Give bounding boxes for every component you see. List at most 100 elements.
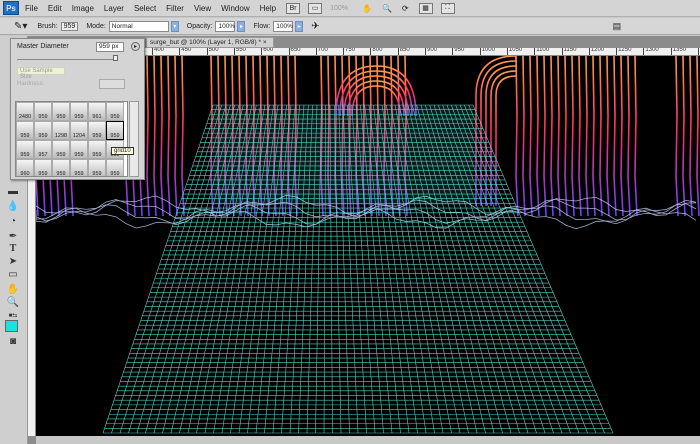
brush-preset[interactable]: 960 (16, 159, 34, 176)
brush-preset[interactable]: 959 (16, 140, 34, 159)
document-title: surge_but @ 100% (Layer 1, RGB/8) * (150, 39, 262, 46)
close-icon[interactable]: × (263, 39, 267, 46)
brush-preset[interactable]: 961 (88, 102, 106, 121)
ruler-label: 1250 (616, 48, 632, 55)
perspective-grid (102, 104, 614, 434)
ruler-label: 750 (343, 48, 356, 55)
blur-tool-icon[interactable]: 💧 (6, 201, 20, 213)
ruler-label: 600 (261, 48, 274, 55)
pen-tool-icon[interactable]: ✒ (6, 231, 20, 243)
menu-bar: Ps File Edit Image Layer Select Filter V… (0, 0, 700, 17)
ruler-label: 1050 (506, 48, 523, 55)
hardness-field[interactable] (99, 79, 125, 89)
menu-select[interactable]: Select (134, 4, 156, 13)
status-bar (36, 436, 700, 444)
brush-preset-panel: Master Diameter 959 px ▸ Use Sample Size… (10, 38, 145, 180)
screen-mode-full-icon[interactable]: ⛶ (440, 2, 455, 14)
ruler-label: 950 (452, 48, 465, 55)
gradient-tool-icon[interactable]: ▬ (6, 186, 20, 198)
zoom-level-select[interactable]: 100% (330, 5, 348, 12)
flow-label: Flow: (253, 22, 271, 30)
master-diameter-field[interactable]: 959 px (96, 42, 124, 52)
mode-label: Mode: (86, 22, 106, 30)
menu-image[interactable]: Image (72, 4, 94, 13)
arrange-documents-icon[interactable]: ▦ (418, 2, 433, 14)
menu-file[interactable]: File (25, 4, 38, 13)
master-diameter-label: Master Diameter (17, 43, 69, 50)
menu-view[interactable]: View (194, 4, 211, 13)
menu-edit[interactable]: Edit (48, 4, 62, 13)
hand-tool-icon[interactable]: ✋ (6, 284, 20, 296)
menu-help[interactable]: Help (260, 4, 276, 13)
menu-filter[interactable]: Filter (166, 4, 184, 13)
brush-preset[interactable]: 959 (70, 159, 88, 176)
ruler-label: 500 (206, 48, 219, 55)
brush-preset[interactable]: 959 (106, 102, 124, 121)
menu-window[interactable]: Window (221, 4, 249, 13)
zoom-tool-icon[interactable]: 🔍 (6, 297, 20, 309)
mode-select[interactable]: Normal (108, 20, 169, 32)
quick-mask-icon[interactable]: ◙ (6, 336, 20, 348)
brush-preset[interactable]: 959 (70, 102, 88, 121)
brush-preset[interactable]: 957 (34, 140, 52, 159)
flow-slider-button[interactable]: ▸ (295, 20, 304, 32)
brush-preset[interactable]: 959 (34, 102, 52, 121)
ruler-label: 900 (425, 48, 438, 55)
brush-grid-scrollbar[interactable] (129, 101, 139, 177)
use-sample-size-button[interactable]: Use Sample Size (17, 67, 65, 80)
document-tab[interactable]: surge_but @ 100% (Layer 1, RGB/8) * × (146, 37, 274, 48)
panel-menu-button[interactable]: ▸ (131, 42, 140, 51)
opacity-slider-button[interactable]: ▸ (237, 20, 246, 32)
opacity-label: Opacity: (186, 22, 213, 30)
brush-preset[interactable]: 959 (70, 140, 88, 159)
brush-preset-picker[interactable]: 959 (60, 21, 79, 31)
brush-preset[interactable]: 959 (88, 159, 106, 176)
ruler-label: 450 (179, 48, 192, 55)
brush-preset[interactable]: 2480 (16, 102, 34, 121)
brush-preset[interactable]: 959 (52, 140, 70, 159)
ruler-label: 850 (397, 48, 410, 55)
ruler-label: 1100 (534, 48, 550, 55)
airbrush-icon[interactable]: ✈ (311, 21, 319, 32)
hardness-label: Hardness: (17, 81, 45, 87)
type-tool-icon[interactable]: T (6, 243, 20, 255)
brush-preset[interactable]: 959 (52, 102, 70, 121)
brush-preset[interactable]: 959 (16, 121, 34, 140)
brush-panel-toggle-icon[interactable]: ▤ (613, 21, 622, 32)
screen-mode-icon[interactable]: ▭ (308, 2, 323, 14)
ruler-label: 700 (315, 48, 328, 55)
brush-tooltip: grid10 (111, 147, 134, 155)
photoshop-logo: Ps (3, 1, 19, 15)
ruler-label: 1000 (479, 48, 495, 55)
brush-preset[interactable]: 1204 (70, 121, 88, 140)
ruler-label: 1150 (561, 48, 577, 55)
ruler-label: 1200 (588, 48, 605, 55)
dodge-tool-icon[interactable]: ◔ (6, 216, 20, 228)
bridge-icon[interactable]: Br (286, 2, 301, 14)
path-select-tool-icon[interactable]: ➤ (6, 256, 20, 268)
ruler-label: 650 (288, 48, 301, 55)
brush-preset[interactable]: 959 (106, 159, 124, 176)
ruler-label: 800 (370, 48, 383, 55)
chevron-down-icon[interactable]: ▾ (170, 20, 179, 32)
brush-label: Brush: (37, 22, 58, 30)
shape-tool-icon[interactable]: ▭ (6, 269, 20, 281)
brush-preset[interactable]: 1298 (52, 121, 70, 140)
brush-preset[interactable]: 959 (52, 159, 70, 176)
foreground-color-swatch[interactable] (5, 320, 18, 332)
hand-tool-icon[interactable]: ✋ (362, 4, 372, 13)
brush-preset[interactable]: 959 (34, 159, 52, 176)
diameter-slider-thumb[interactable] (113, 55, 118, 61)
menu-layer[interactable]: Layer (104, 4, 124, 13)
rotate-view-icon[interactable]: ⟳ (402, 4, 409, 13)
brush-preset[interactable]: 959 (88, 140, 106, 159)
diameter-slider[interactable] (17, 59, 117, 60)
flow-field[interactable]: 100% (273, 20, 294, 32)
brush-tool-icon[interactable]: ✎▾ (14, 21, 27, 32)
opacity-field[interactable]: 100% (215, 20, 236, 32)
brush-preset[interactable]: 959 (88, 121, 106, 140)
zoom-tool-icon[interactable]: 🔍 (382, 4, 392, 13)
brush-preset[interactable]: 959 (106, 121, 124, 140)
options-bar: ✎▾ Brush: 959 Mode: Normal ▾ Opacity: 10… (0, 18, 700, 35)
brush-preset[interactable]: 959 (34, 121, 52, 140)
